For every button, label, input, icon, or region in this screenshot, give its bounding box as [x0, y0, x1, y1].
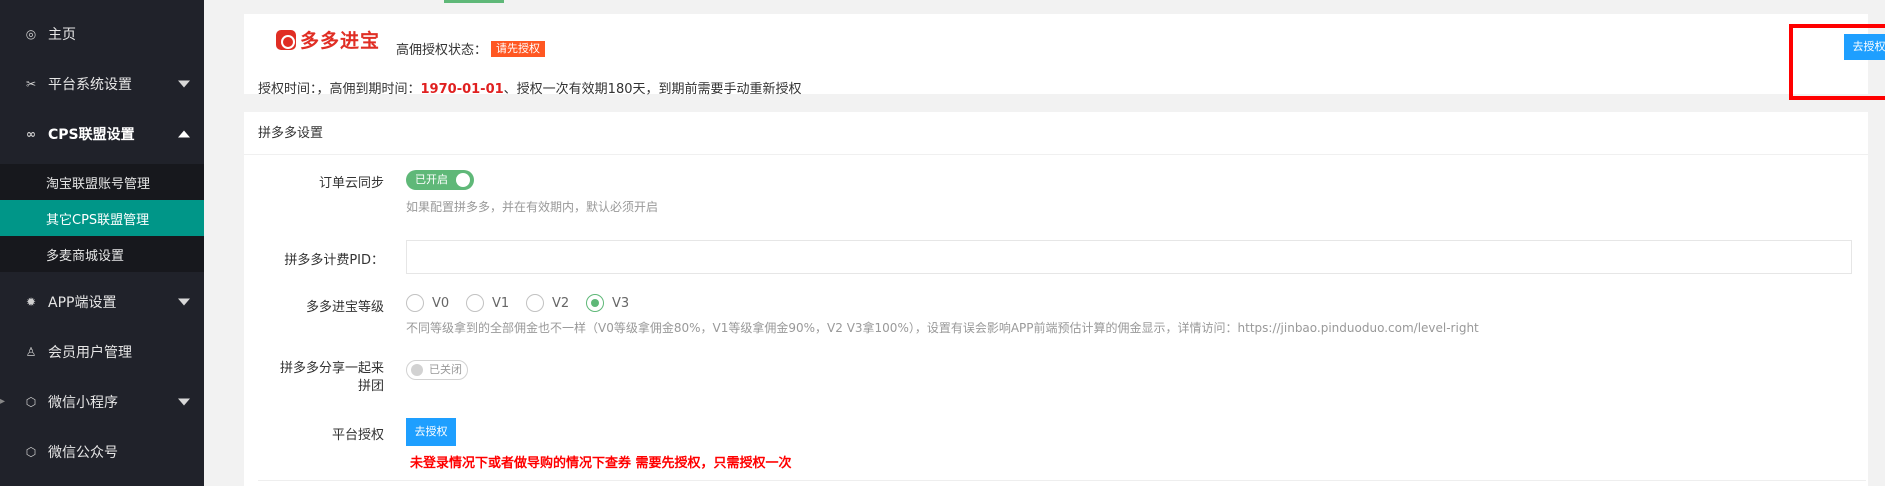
- sidebar-subitem-taobao[interactable]: 淘宝联盟账号管理: [0, 164, 204, 200]
- share-label-line2: 拼团: [357, 379, 384, 394]
- radio-circle: [406, 294, 424, 312]
- auth-status-label: 高佣授权状态：: [396, 43, 488, 58]
- chevron-down-icon: [178, 298, 190, 306]
- cube-icon: ⬡: [25, 395, 37, 409]
- divider: [258, 480, 1866, 481]
- radio-circle: [466, 294, 484, 312]
- sidebar-item-label: APP端设置: [48, 295, 117, 311]
- level-radio-v1[interactable]: V1: [466, 294, 509, 312]
- collapse-arrow-icon[interactable]: ▸: [0, 396, 5, 407]
- level-radio-v0[interactable]: V0: [406, 294, 449, 312]
- order-sync-help: 如果配置拼多多，并在有效期内，默认必须开启: [406, 200, 659, 214]
- share-label-line1: 拼多多分享一起来: [279, 361, 384, 376]
- auth-card: 多多进宝 高佣授权状态： 请先授权 授权时间：，高佣到期时间：1970-01-0…: [244, 14, 1885, 100]
- highlight-box: [1789, 24, 1885, 100]
- radio-label: V1: [492, 295, 510, 311]
- pid-label: 拼多多计费PID：: [284, 253, 384, 268]
- radio-label: V0: [432, 295, 450, 311]
- share-label: 拼多多分享一起来 拼团: [244, 360, 384, 396]
- radio-label: V2: [552, 295, 570, 311]
- level-help: 不同等级拿到的全部佣金也不一样（V0等级拿佣金80%，V1等级拿佣金90%，V2…: [406, 321, 1479, 335]
- sidebar-item-app-settings[interactable]: ✹ APP端设置: [0, 277, 204, 327]
- sidebar-item-home[interactable]: ◎ 主页: [0, 9, 204, 59]
- order-sync-switch[interactable]: 已开启: [406, 170, 474, 190]
- cube-icon: ⬡: [25, 445, 37, 459]
- radio-circle: [586, 294, 604, 312]
- status-badge: 请先授权: [491, 40, 546, 57]
- sidebar-item-wechat-miniprogram[interactable]: ⬡ 微信小程序: [0, 377, 204, 427]
- brand-name: 多多进宝: [300, 30, 381, 52]
- tools-icon: ✂: [25, 77, 37, 91]
- platform-auth-label: 平台授权: [331, 428, 384, 443]
- auth-time-suffix: 、授权一次有效期180天，到期前需要手动重新授权: [503, 82, 802, 97]
- level-radio-v3[interactable]: V3: [586, 294, 629, 312]
- sidebar-subitem-label: 淘宝联盟账号管理: [46, 176, 151, 192]
- sidebar-item-label: CPS联盟设置: [48, 127, 135, 143]
- sidebar-item-label: 会员用户管理: [48, 345, 132, 361]
- main-content: 多多进宝 高佣授权状态： 请先授权 授权时间：，高佣到期时间：1970-01-0…: [204, 0, 1885, 486]
- sidebar-item-platform-settings[interactable]: ✂ 平台系统设置: [0, 59, 204, 109]
- sidebar-subitem-other-cps[interactable]: 其它CPS联盟管理: [0, 200, 204, 236]
- sidebar-item-label: 微信公众号: [48, 445, 118, 461]
- pid-input[interactable]: [406, 240, 1852, 274]
- sidebar-subitem-duomai[interactable]: 多麦商城设置: [0, 236, 204, 272]
- expire-date: 1970-01-01: [420, 82, 504, 97]
- auth-time-prefix: 授权时间：，高佣到期时间：: [258, 82, 421, 97]
- sidebar-item-wechat-official[interactable]: ⬡ 微信公众号: [0, 427, 204, 477]
- card-title: 拼多多设置: [244, 112, 1868, 155]
- top-tab-indicator: [444, 0, 504, 3]
- user-icon: ♙: [25, 345, 37, 359]
- share-switch[interactable]: 已关闭: [406, 360, 468, 380]
- sidebar-subitem-label: 其它CPS联盟管理: [46, 212, 150, 228]
- sidebar-item-label: 主页: [48, 27, 76, 43]
- sidebar-subitem-label: 多麦商城设置: [46, 248, 125, 264]
- gear-icon: ✹: [25, 295, 37, 309]
- shield-icon: ◎: [25, 27, 37, 41]
- pdd-settings-card: 拼多多设置 订单云同步 已开启 如果配置拼多多，并在有效期内，默认必须开启 拼多…: [244, 112, 1868, 486]
- pinduoduo-logo-icon: [276, 29, 296, 50]
- level-label: 多多进宝等级: [305, 300, 384, 315]
- level-radio-v2[interactable]: V2: [526, 294, 569, 312]
- auth-status: 高佣授权状态： 请先授权: [396, 39, 546, 58]
- sidebar-item-cps-settings[interactable]: ∞ CPS联盟设置: [0, 109, 204, 159]
- radio-circle: [526, 294, 544, 312]
- platform-authorize-button[interactable]: 去授权: [406, 418, 456, 446]
- chevron-down-icon: [178, 80, 190, 88]
- sidebar-item-members[interactable]: ♙ 会员用户管理: [0, 327, 204, 377]
- sidebar-item-label: 微信小程序: [48, 395, 118, 411]
- auth-time-line: 授权时间：，高佣到期时间：1970-01-01、授权一次有效期180天，到期前需…: [258, 78, 802, 97]
- infinity-icon: ∞: [26, 127, 36, 141]
- sidebar-item-label: 平台系统设置: [48, 77, 132, 93]
- sidebar: ◎ 主页 ✂ 平台系统设置 ∞ CPS联盟设置 淘宝联盟账号管理 其它CPS联盟…: [0, 0, 204, 486]
- chevron-down-icon: [178, 398, 190, 406]
- brand-logo: 多多进宝: [276, 26, 380, 53]
- chevron-up-icon: [178, 130, 190, 138]
- platform-auth-warning: 未登录情况下或者做导购的情况下查券 需要先授权，只需授权一次: [410, 456, 792, 471]
- radio-label: V3: [612, 295, 630, 311]
- order-sync-label: 订单云同步: [318, 176, 384, 191]
